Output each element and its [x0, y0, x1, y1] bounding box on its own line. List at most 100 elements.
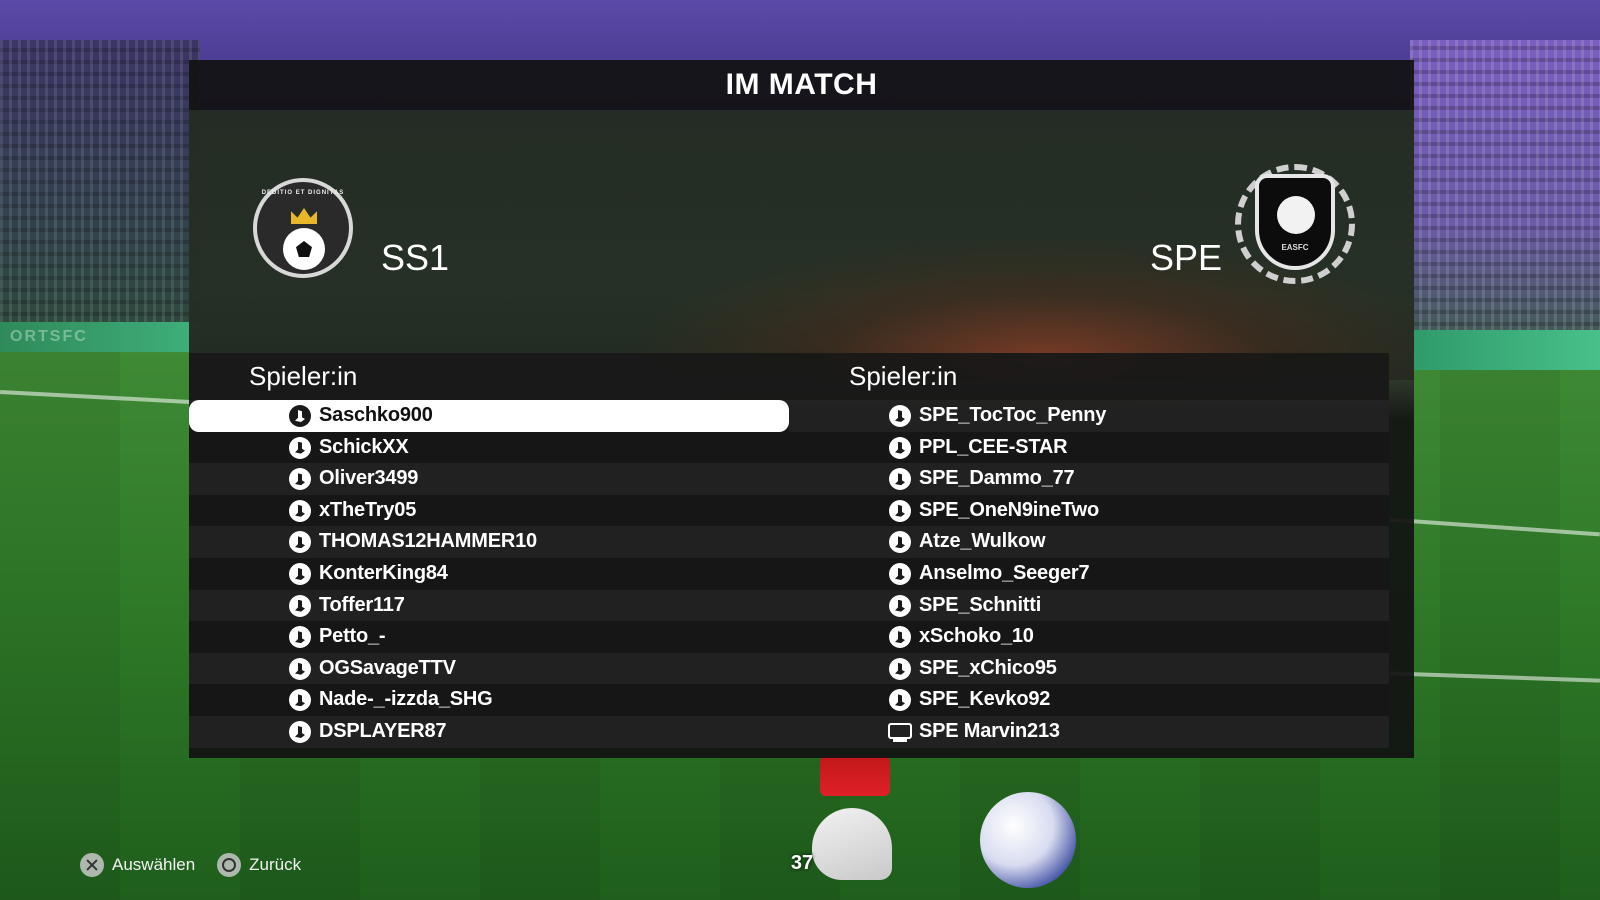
player-row[interactable]: SPE_OneN9ineTwo — [789, 494, 1389, 527]
player-name: Nade-_-izzda_SHG — [319, 688, 493, 711]
player-row[interactable]: SPE_Dammo_77 — [789, 463, 1389, 495]
playstation-icon — [889, 499, 911, 522]
playstation-icon — [889, 594, 911, 617]
pitch-line — [1390, 517, 1600, 537]
player-name: THOMAS12HAMMER10 — [319, 530, 537, 553]
player-name: SPE_OneN9ineTwo — [919, 498, 1100, 521]
player-row[interactable]: PPL_CEE-STAR — [789, 431, 1389, 464]
player-row[interactable]: THOMAS12HAMMER10 — [189, 526, 789, 558]
playstation-icon — [889, 405, 911, 427]
playstation-icon — [889, 562, 911, 585]
player-name: Toffer117 — [319, 593, 405, 616]
circle-button-icon — [217, 853, 242, 877]
playstation-icon — [289, 689, 311, 712]
player-name: SPE_xChico95 — [919, 656, 1057, 679]
player-name: SchickXX — [319, 435, 409, 458]
select-label: Auswählen — [112, 855, 196, 874]
player-row[interactable]: KonterKing84 — [189, 557, 789, 590]
player-row[interactable]: OGSavageTTV — [189, 652, 789, 685]
player-name: Petto_- — [319, 625, 386, 648]
player-name: SPE_TocToc_Penny — [919, 404, 1107, 426]
match-lineup-panel: IM MATCH DEDITIO ET DIGNITAS SS1 EASFC S… — [189, 60, 1414, 758]
player-row[interactable]: DSPLAYER87 — [189, 715, 789, 748]
pc-icon — [888, 722, 912, 742]
player-row[interactable]: SPE Marvin213 — [789, 715, 1389, 748]
playstation-icon — [289, 499, 311, 522]
away-team-name: SPE — [1149, 237, 1222, 278]
playstation-icon — [289, 468, 311, 491]
player-name: xTheTry05 — [319, 498, 417, 521]
playstation-icon — [289, 657, 311, 680]
player-row[interactable]: SPE_Schnitti — [789, 589, 1389, 622]
playstation-icon — [889, 626, 911, 649]
away-team-crest: EASFC — [1235, 164, 1355, 284]
crowd-right — [1410, 40, 1600, 350]
playstation-icon — [289, 720, 311, 743]
player-row[interactable]: SPE_TocToc_Penny — [789, 400, 1389, 432]
playstation-icon — [289, 405, 311, 427]
player-row[interactable]: Nade-_-izzda_SHG — [189, 684, 789, 716]
playstation-icon — [289, 436, 311, 459]
pitch-line — [0, 390, 190, 404]
playstation-icon — [289, 626, 311, 649]
back-label: Zurück — [249, 855, 302, 874]
home-roster: Spieler:in Saschko900 SchickXX Oliver349… — [189, 353, 789, 748]
cross-button-icon — [80, 853, 104, 877]
away-player-list: SPE_TocToc_Penny PPL_CEE-STAR SPE_Dammo_… — [789, 400, 1389, 748]
crowd-left — [0, 40, 200, 340]
home-team-crest: DEDITIO ET DIGNITAS — [253, 178, 353, 278]
player-name: DSPLAYER87 — [319, 719, 447, 742]
playstation-icon — [889, 468, 911, 491]
home-player-list: Saschko900 SchickXX Oliver3499 xTheTry05… — [189, 400, 789, 748]
back-hint[interactable]: Zurück — [217, 853, 301, 877]
select-hint[interactable]: Auswählen — [80, 853, 195, 877]
player-name: Anselmo_Seeger7 — [919, 561, 1090, 584]
match-minute: 37 — [790, 852, 814, 874]
away-roster: Spieler:in SPE_TocToc_Penny PPL_CEE-STAR… — [789, 353, 1389, 748]
player-row[interactable]: Toffer117 — [189, 589, 789, 622]
ad-board-left: ORTSFC — [0, 322, 200, 352]
shield-icon: EASFC — [1255, 174, 1335, 270]
button-hints: Auswählen Zurück — [80, 852, 301, 878]
player-name: SPE_Kevko92 — [919, 688, 1051, 711]
player-row[interactable]: Anselmo_Seeger7 — [789, 557, 1389, 590]
playstation-icon — [289, 562, 311, 585]
ad-board-right — [1410, 330, 1600, 370]
player-row[interactable]: Atze_Wulkow — [789, 526, 1389, 558]
away-crest-text: EASFC — [1281, 243, 1309, 252]
playstation-icon — [889, 657, 911, 680]
player-row[interactable]: Petto_- — [189, 621, 789, 653]
player-name: Oliver3499 — [319, 467, 419, 490]
football — [980, 792, 1076, 888]
player-name: SPE_Schnitti — [919, 593, 1042, 616]
player-name: KonterKing84 — [319, 561, 448, 584]
pitch-line — [1389, 671, 1600, 683]
playstation-icon — [889, 436, 911, 459]
player-boot — [812, 808, 892, 880]
playstation-icon — [889, 689, 911, 712]
player-name: SPE Marvin213 — [919, 719, 1060, 742]
player-name: SPE_Dammo_77 — [919, 467, 1075, 490]
away-column-header: Spieler:in — [789, 353, 1389, 400]
home-column-header: Spieler:in — [189, 353, 789, 400]
player-leg — [820, 756, 890, 796]
player-row[interactable]: xTheTry05 — [189, 494, 789, 527]
player-row[interactable]: SPE_xChico95 — [789, 652, 1389, 685]
player-name: xSchoko_10 — [919, 625, 1034, 648]
player-name: PPL_CEE-STAR — [919, 435, 1068, 458]
playstation-icon — [289, 594, 311, 617]
football-icon — [283, 228, 325, 270]
player-name: Atze_Wulkow — [919, 530, 1046, 553]
player-row[interactable]: SchickXX — [189, 431, 789, 464]
player-row[interactable]: xSchoko_10 — [789, 621, 1389, 653]
player-name: Saschko900 — [319, 404, 433, 426]
player-row[interactable]: SPE_Kevko92 — [789, 684, 1389, 716]
player-row[interactable]: Oliver3499 — [189, 463, 789, 495]
playstation-icon — [889, 531, 911, 554]
screen-title: IM MATCH — [725, 68, 878, 101]
playstation-icon — [289, 531, 311, 554]
player-row[interactable]: Saschko900 — [189, 400, 789, 432]
player-name: OGSavageTTV — [319, 656, 456, 679]
home-team-name: SS1 — [381, 237, 450, 278]
crown-icon — [291, 208, 317, 224]
